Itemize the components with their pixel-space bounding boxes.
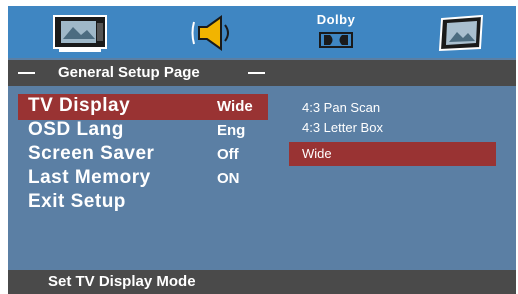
menu-item-value: Wide <box>217 98 253 115</box>
tab-video[interactable] <box>433 12 489 54</box>
picture-icon <box>438 14 484 52</box>
status-bar: Set TV Display Mode <box>8 270 516 294</box>
category-tab-bar: Dolby <box>8 6 516 58</box>
speaker-icon <box>191 15 229 51</box>
menu-item-last-memory[interactable]: Last Memory ON <box>18 166 268 192</box>
menu-item-label: Exit Setup <box>28 191 126 212</box>
menu-item-exit-setup[interactable]: Exit Setup <box>18 190 268 216</box>
dolby-label: Dolby <box>316 12 356 27</box>
option-letter-box[interactable]: 4:3 Letter Box <box>289 116 496 140</box>
menu-item-screen-saver[interactable]: Screen Saver Off <box>18 142 268 168</box>
option-label: 4:3 Pan Scan <box>302 100 381 115</box>
title-dash-left <box>18 72 35 74</box>
menu-item-tv-display[interactable]: TV Display Wide <box>18 94 268 120</box>
menu-item-label: TV Display <box>28 95 131 116</box>
tv-icon <box>53 15 107 52</box>
option-wide[interactable]: Wide <box>289 142 496 166</box>
dolby-icon <box>319 32 353 48</box>
menu-item-label: Screen Saver <box>28 143 155 164</box>
setup-screen: Dolby General Setup Page TV Display Wide <box>8 6 516 294</box>
menu-item-value: Off <box>217 146 239 163</box>
menu-item-osd-lang[interactable]: OSD Lang Eng <box>18 118 268 144</box>
tab-audio[interactable] <box>188 12 238 54</box>
page-title: General Setup Page <box>58 64 200 81</box>
help-text: Set TV Display Mode <box>48 273 196 290</box>
menu-item-label: Last Memory <box>28 167 151 188</box>
title-dash-right <box>248 72 265 74</box>
menu-item-value: Eng <box>217 122 246 139</box>
menu-item-value: ON <box>217 170 240 187</box>
option-label: 4:3 Letter Box <box>302 120 383 135</box>
page-title-bar: General Setup Page <box>8 60 516 86</box>
menu-item-label: OSD Lang <box>28 119 124 140</box>
option-label: Wide <box>302 146 332 161</box>
tab-general[interactable] <box>45 12 115 54</box>
tab-dolby[interactable]: Dolby <box>304 12 368 54</box>
